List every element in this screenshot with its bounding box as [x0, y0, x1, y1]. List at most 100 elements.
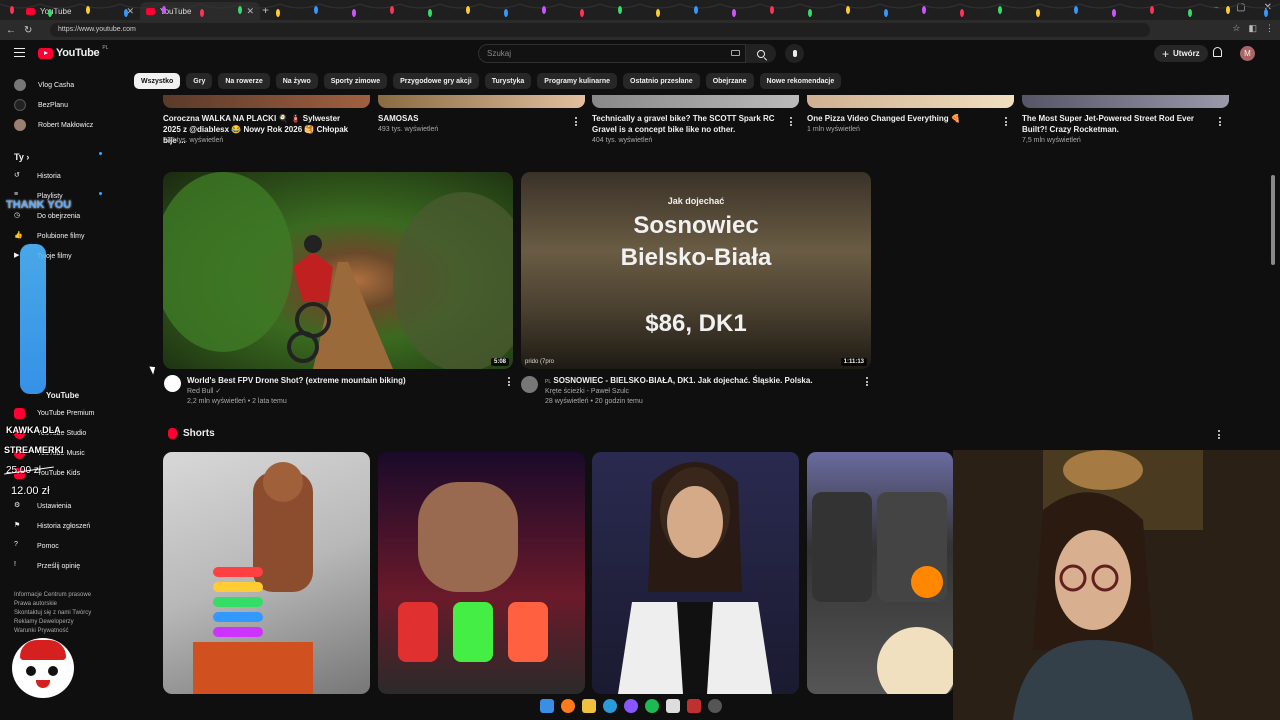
sidebar-item-settings[interactable]: ⚙ Ustawienia [14, 501, 71, 512]
light-bulb [694, 6, 698, 14]
maximize-icon[interactable]: ▢ [1236, 2, 1245, 13]
video-title[interactable]: The Most Super Jet-Powered Street Rod Ev… [1022, 113, 1212, 135]
short-thumbnail[interactable] [592, 452, 799, 694]
close-tab-icon[interactable]: ✕ [126, 6, 134, 17]
browser-tab[interactable]: YouTube ✕ [20, 2, 140, 20]
new-tab-icon[interactable]: + [262, 3, 269, 17]
footer-line[interactable]: Informacje Centrum prasowe [14, 591, 114, 600]
firefox-icon[interactable] [561, 699, 575, 713]
sidebar-sub-bezplanu[interactable]: BezPlanu [14, 99, 68, 111]
minimize-icon[interactable]: – [1213, 2, 1219, 13]
video-meta: 28 wyświetleń • 20 godzin temu [545, 398, 643, 405]
url-field[interactable]: https://www.youtube.com [50, 23, 1150, 37]
video-title[interactable]: One Pizza Video Changed Everything 🍕 [807, 113, 997, 124]
windows-start-icon[interactable] [540, 699, 554, 713]
voice-search-button[interactable] [785, 44, 804, 63]
video-thumbnail[interactable] [378, 95, 585, 108]
create-button[interactable]: + Utwórz [1154, 45, 1208, 62]
filter-chip[interactable]: Przygodowe gry akcji [393, 73, 479, 89]
footer-line[interactable]: Prawa autorskie [14, 600, 114, 609]
video-title[interactable]: World's Best FPV Drone Shot? (extreme mo… [187, 375, 507, 386]
short-thumbnail[interactable] [807, 452, 953, 694]
more-options-icon[interactable] [1218, 117, 1221, 126]
back-icon[interactable]: ← [6, 25, 16, 36]
page-scrollbar[interactable] [1271, 175, 1275, 265]
shorts-section-heading: Shorts [168, 428, 215, 439]
sidebar-item-premium[interactable]: YouTube Premium [14, 408, 94, 419]
video-thumbnail-mtb[interactable]: 5:08 [163, 172, 513, 369]
search-input[interactable]: Szukaj [478, 44, 746, 63]
filter-chip[interactable]: Nowe rekomendacje [759, 73, 842, 89]
channel-avatar-krete-sciezki[interactable] [521, 376, 538, 393]
sidebar-item-watch-later[interactable]: ◷ Do obejrzenia [14, 211, 80, 222]
sidebar-item-label: Historia [37, 173, 61, 180]
edge-icon[interactable] [603, 699, 617, 713]
channel-name[interactable]: Kręte ścieżki - Paweł Szulc [545, 387, 629, 397]
close-window-icon[interactable]: ✕ [1264, 2, 1272, 13]
filter-chip[interactable]: Na rowerze [218, 73, 270, 89]
filter-chip[interactable]: Programy kulinarne [537, 73, 618, 89]
sidebar-item-feedback[interactable]: ! Prześlij opinię [14, 561, 80, 572]
sidebar-item-report-history[interactable]: ⚑ Historia zgłoszeń [14, 521, 90, 532]
light-bulb [1112, 9, 1116, 17]
chat-icon[interactable] [624, 699, 638, 713]
account-avatar[interactable]: M [1240, 46, 1255, 61]
more-options-icon[interactable] [1004, 117, 1007, 126]
filter-chip[interactable]: Wszystko [134, 73, 181, 89]
youtube-logo[interactable]: YouTube PL [38, 45, 108, 59]
sidebar-item-history[interactable]: ↺ Historia [14, 171, 61, 182]
short-thumbnail[interactable] [378, 452, 585, 694]
extensions-icon[interactable]: ◧ [1248, 23, 1257, 34]
notepad-icon[interactable] [666, 699, 680, 713]
hamburger-menu-icon[interactable] [14, 48, 25, 57]
filter-chip[interactable]: Obejrzane [705, 73, 754, 89]
youtube-header: YouTube PL Szukaj + Utwórz M [0, 40, 1280, 68]
channel-avatar [14, 79, 26, 91]
more-options-icon[interactable] [865, 377, 868, 386]
light-bulb [1188, 9, 1192, 17]
webcam-person-illustration [953, 450, 1280, 720]
filter-chip[interactable]: Ostatnio przesłane [623, 73, 700, 89]
video-thumbnail[interactable] [592, 95, 799, 108]
video-title[interactable]: Technically a gravel bike? The SCOTT Spa… [592, 113, 782, 135]
video-thumbnail[interactable] [163, 95, 370, 108]
short-illustration [812, 492, 953, 694]
browser-tab-active[interactable]: YouTube ✕ [140, 2, 260, 20]
video-title[interactable]: SAMOSAS [378, 113, 568, 124]
short-thumbnail[interactable] [163, 452, 370, 694]
filter-chip[interactable]: Turystyka [484, 73, 532, 89]
video-thumbnail[interactable] [1022, 95, 1229, 108]
channel-avatar-redbull[interactable] [164, 375, 181, 392]
search-button[interactable] [746, 44, 776, 63]
keyboard-icon[interactable] [731, 50, 740, 56]
sidebar-item-help[interactable]: ? Pomoc [14, 541, 59, 552]
more-options-icon[interactable] [574, 117, 577, 126]
reload-icon[interactable]: ↻ [24, 25, 32, 36]
footer-line[interactable]: Warunki Prywatność [14, 627, 114, 636]
bookmark-icon[interactable]: ☆ [1232, 23, 1240, 34]
footer-line[interactable]: Skontaktuj się z nami Twórcy [14, 609, 114, 618]
sidebar-you-heading[interactable]: Ty › [14, 152, 29, 162]
file-explorer-icon[interactable] [582, 699, 596, 713]
spotify-icon[interactable] [645, 699, 659, 713]
footer-line[interactable]: Reklamy Deweloperzy [14, 618, 114, 627]
close-tab-icon[interactable]: ✕ [246, 6, 254, 17]
video-thumbnail[interactable] [807, 95, 1014, 108]
notifications-bell-icon[interactable] [1213, 47, 1222, 57]
menu-icon[interactable]: ⋮ [1265, 23, 1274, 34]
app-icon[interactable] [687, 699, 701, 713]
shorts-more-options-icon[interactable] [1217, 430, 1220, 439]
channel-name[interactable]: Red Bull ✓ [187, 387, 221, 397]
sidebar-sub-vlog-casha[interactable]: Vlog Casha [14, 79, 74, 91]
filter-chip[interactable]: Gry [186, 73, 213, 89]
more-options-icon[interactable] [507, 377, 510, 386]
filter-chip[interactable]: Sporty zimowe [323, 73, 388, 89]
more-options-icon[interactable] [789, 117, 792, 126]
sidebar-item-liked[interactable]: 👍 Polubione filmy [14, 231, 84, 242]
donation-goal-bar [20, 244, 46, 394]
light-bulb [922, 6, 926, 14]
sidebar-sub-robert-maklowicz[interactable]: Robert Makłowicz [14, 119, 93, 131]
video-thumbnail-sosnowiec[interactable]: Jak dojechać Sosnowiec Bielsko-Biała $86… [521, 172, 871, 369]
obs-icon[interactable] [708, 699, 722, 713]
filter-chip[interactable]: Na żywo [275, 73, 318, 89]
